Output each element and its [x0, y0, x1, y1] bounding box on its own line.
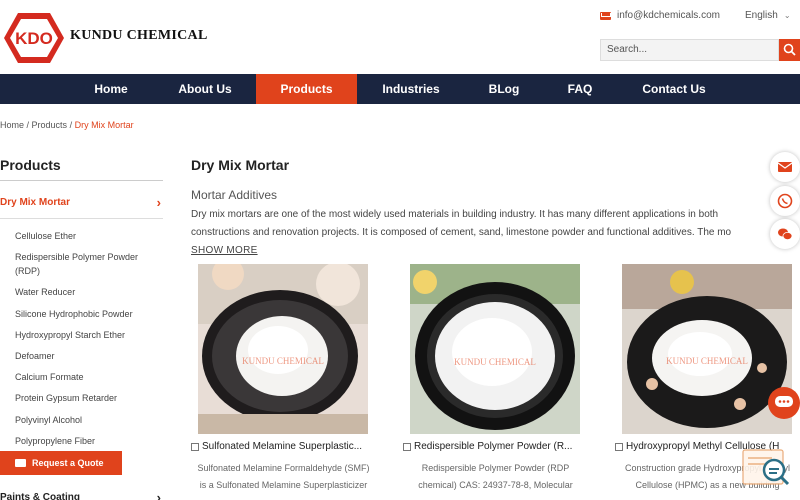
product-desc: chemical) CAS: 24937-78-8, Molecular: [418, 480, 573, 490]
nav-products[interactable]: Products: [256, 74, 357, 104]
sidebar-item-defoamer[interactable]: Defoamer: [15, 349, 165, 363]
chat-icon: [775, 396, 793, 407]
product-image[interactable]: KUNDU CHEMICAL: [410, 264, 580, 434]
svg-text:KUNDU CHEMICAL: KUNDU CHEMICAL: [454, 357, 536, 367]
nav-industries[interactable]: Industries: [365, 74, 457, 104]
chevron-right-icon: ›: [156, 195, 161, 210]
nav-blog[interactable]: BLog: [470, 74, 538, 104]
sidebar-item-cellulose-ether[interactable]: Cellulose Ether: [15, 229, 165, 243]
product-title[interactable]: Sulfonated Melamine Superplastic...: [191, 441, 391, 452]
compare-checkbox[interactable]: [403, 442, 411, 451]
sidebar-item-silicone-hydrophobic[interactable]: Silicone Hydrophobic Powder: [15, 307, 165, 321]
breadcrumb-separator: /: [24, 120, 32, 130]
svg-text:KUNDU CHEMICAL: KUNDU CHEMICAL: [242, 356, 324, 366]
category-description: Dry mix mortars are one of the most wide…: [191, 206, 800, 242]
breadcrumb-separator: /: [67, 120, 75, 130]
whatsapp-icon: [777, 193, 793, 209]
breadcrumb-home[interactable]: Home: [0, 120, 24, 130]
svg-text:KDO: KDO: [15, 29, 53, 48]
show-more-link[interactable]: SHOW MORE: [191, 245, 258, 256]
email-text[interactable]: info@kdchemicals.com: [617, 10, 720, 21]
sidebar-divider: [0, 218, 163, 219]
sidebar-title: Products: [0, 157, 61, 173]
language-label: English: [745, 10, 778, 21]
nav-faq[interactable]: FAQ: [550, 74, 610, 104]
breadcrumb-current: Dry Mix Mortar: [74, 120, 134, 130]
main-nav: Home About Us Products Industries BLog F…: [0, 74, 800, 104]
brand-name: KUNDU CHEMICAL: [70, 28, 208, 43]
breadcrumb-products[interactable]: Products: [32, 120, 68, 130]
sidebar-item-gypsum-retarder[interactable]: Protein Gypsum Retarder: [15, 391, 165, 405]
product-desc: Redispersible Polymer Powder (RDP: [421, 463, 570, 473]
search-icon: [783, 43, 796, 56]
kdo-logo[interactable]: KDO: [2, 11, 66, 65]
product-desc: Sulfonated Melamine Formaldehyde (SMF): [197, 463, 370, 473]
request-quote-label: Request a Quote: [32, 458, 104, 468]
mail-icon: [600, 11, 611, 20]
search-button[interactable]: [779, 39, 800, 61]
language-selector[interactable]: English ⌄: [745, 10, 791, 21]
scan-icon[interactable]: [742, 446, 790, 488]
sidebar-category-paints-coating[interactable]: Paints & Coating ›: [0, 490, 163, 500]
sidebar-item-calcium-formate[interactable]: Calcium Formate: [15, 370, 165, 384]
sidebar-category-label: Paints & Coating: [0, 492, 81, 500]
sidebar-item-polypropylene-fiber[interactable]: Polypropylene Fiber: [15, 434, 165, 448]
sidebar-item-starch-ether[interactable]: Hydroxypropyl Starch Ether: [15, 328, 165, 342]
compare-checkbox[interactable]: [615, 442, 623, 451]
product-image[interactable]: KUNDU CHEMICAL: [622, 264, 792, 434]
sidebar-item-water-reducer[interactable]: Water Reducer: [15, 285, 165, 299]
product-desc: is a Sulfonated Melamine Superplasticize…: [199, 480, 368, 490]
float-wechat-button[interactable]: [770, 219, 800, 249]
nav-contact-us[interactable]: Contact Us: [628, 74, 720, 104]
sidebar-subcategory-list: Cellulose Ether Redispersible Polymer Po…: [15, 229, 165, 455]
wechat-icon: [778, 228, 793, 240]
sidebar-item-polyvinyl-alcohol[interactable]: Polyvinyl Alcohol: [15, 413, 165, 427]
header-email[interactable]: info@kdchemicals.com: [600, 10, 720, 21]
product-image[interactable]: KUNDU CHEMICAL: [198, 264, 368, 434]
mail-icon: [15, 459, 26, 467]
sidebar-category-dry-mix-mortar[interactable]: Dry Mix Mortar ›: [0, 195, 163, 210]
sidebar-category-label: Dry Mix Mortar: [0, 197, 71, 208]
page-title: Dry Mix Mortar: [191, 157, 290, 173]
product-title-text[interactable]: Redispersible Polymer Powder (R...: [414, 441, 572, 452]
nav-home[interactable]: Home: [70, 74, 152, 104]
product-title[interactable]: Redispersible Polymer Powder (R...: [403, 441, 603, 452]
request-quote-button[interactable]: Request a Quote: [0, 451, 122, 475]
mail-icon: [777, 162, 793, 172]
float-whatsapp-button[interactable]: [770, 186, 800, 216]
site-header: KDO KUNDU CHEMICAL info@kdchemicals.com …: [0, 0, 800, 74]
float-mail-button[interactable]: [770, 152, 800, 182]
live-chat-button[interactable]: [768, 387, 800, 419]
compare-checkbox[interactable]: [191, 442, 199, 451]
description-line: constructions and renovation projects. I…: [191, 227, 732, 238]
search-input[interactable]: Search...: [600, 39, 779, 61]
chevron-right-icon: ›: [156, 490, 161, 500]
breadcrumb: Home / Products / Dry Mix Mortar: [0, 120, 134, 130]
sidebar-divider: [0, 180, 163, 181]
section-subtitle: Mortar Additives: [191, 188, 278, 202]
sidebar-item-rdp[interactable]: Redispersible Polymer Powder (RDP): [15, 250, 165, 278]
svg-text:KUNDU CHEMICAL: KUNDU CHEMICAL: [666, 356, 748, 366]
chevron-down-icon: ⌄: [783, 11, 791, 20]
description-line: Dry mix mortars are one of the most wide…: [191, 209, 719, 220]
nav-about-us[interactable]: About Us: [160, 74, 250, 104]
product-title-text[interactable]: Sulfonated Melamine Superplastic...: [202, 441, 362, 452]
